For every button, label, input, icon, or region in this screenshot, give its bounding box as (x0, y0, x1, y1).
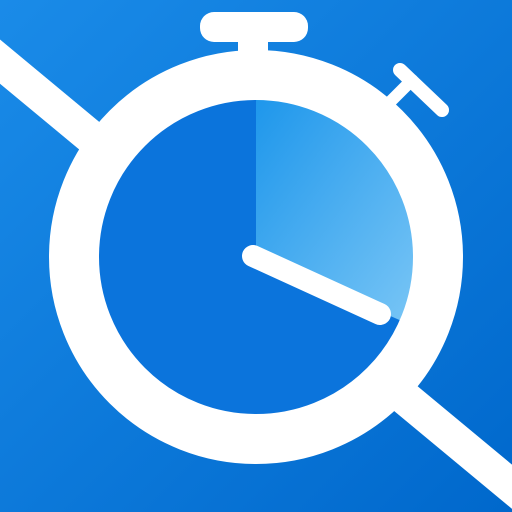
stopwatch-stem (238, 38, 268, 78)
stopwatch-crown (200, 12, 308, 42)
app-icon (0, 0, 512, 512)
stopwatch-search-icon (0, 0, 512, 512)
